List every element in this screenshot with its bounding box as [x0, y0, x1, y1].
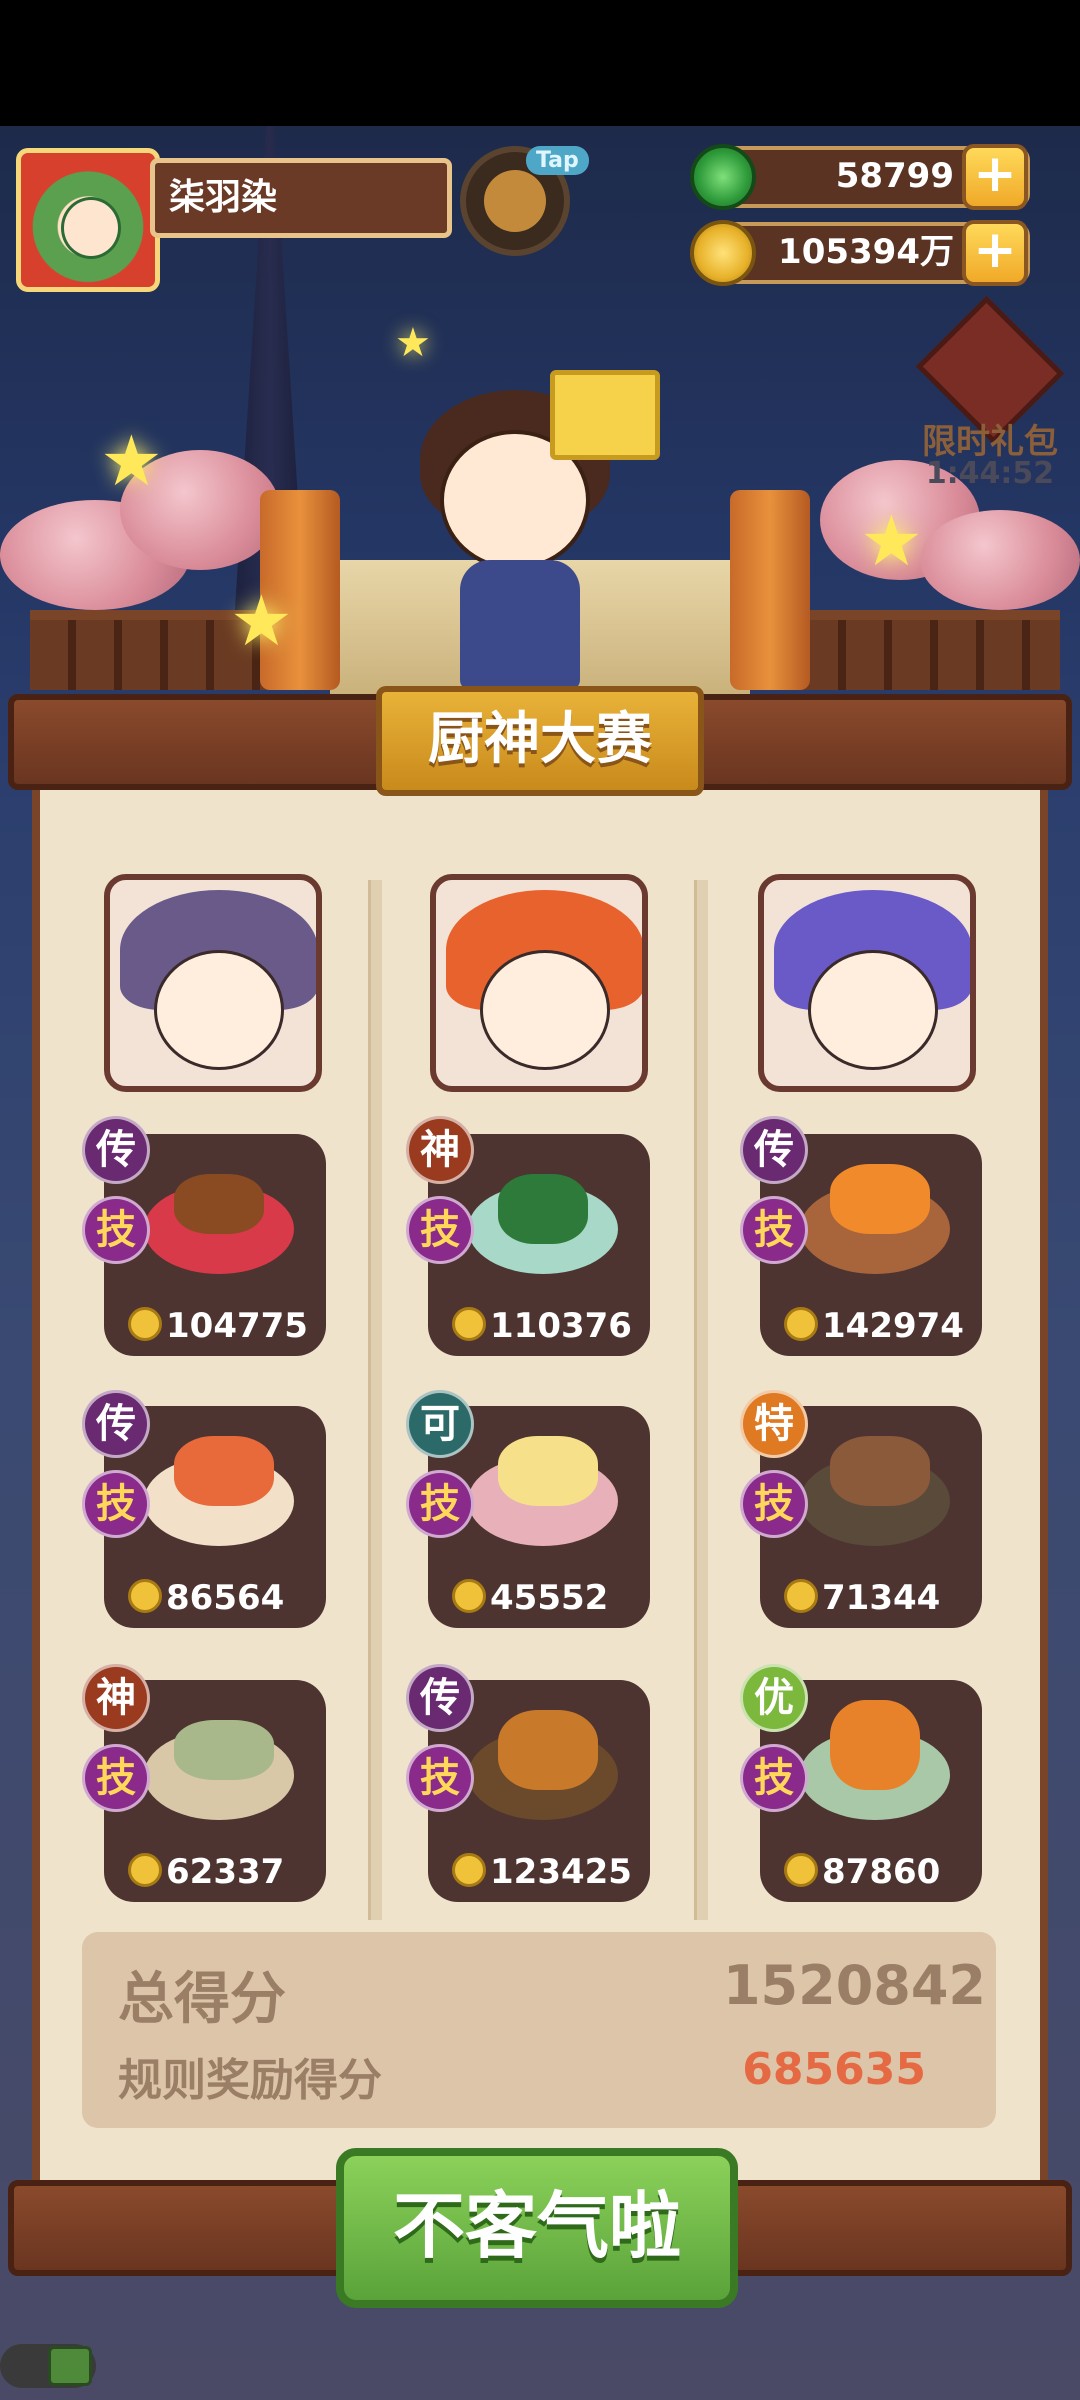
gold-coin-icon	[128, 1307, 162, 1341]
bonus-score-value: 685635	[742, 2044, 926, 2095]
limited-gift-pack[interactable]: 限时礼包 1:44:52	[905, 295, 1075, 500]
score-summary: 总得分 1520842 规则奖励得分 685635	[82, 1932, 996, 2128]
gold-coin-icon	[784, 1579, 818, 1613]
player-avatar[interactable]	[16, 148, 160, 292]
tap-button[interactable]: Tap	[460, 146, 589, 256]
gold-coin-icon	[128, 1853, 162, 1887]
dish-score: 142974	[784, 1304, 964, 1348]
pillar-right	[730, 490, 810, 690]
chef-portrait-2[interactable]	[430, 874, 648, 1092]
player-name: 柒羽染	[150, 158, 452, 238]
game-screen: ★ ★ ★ ★ 柒羽染 Tap 58799 + 105394万 + 限时礼包 1…	[0, 0, 1080, 2400]
gold-coin-icon	[784, 1307, 818, 1341]
jade-coin-icon	[690, 144, 756, 210]
gold-coin-icon	[452, 1307, 486, 1341]
star-icon: ★	[230, 580, 293, 662]
chef-portrait-3[interactable]	[758, 874, 976, 1092]
bonus-score-label: 规则奖励得分	[118, 2055, 382, 2106]
skill-badge: 技	[406, 1470, 474, 1538]
add-gold-button[interactable]: +	[962, 220, 1028, 286]
skill-badge: 技	[740, 1744, 808, 1812]
dish-score: 86564	[128, 1576, 284, 1620]
grade-badge: 传	[406, 1664, 474, 1732]
confirm-button[interactable]: 不客气啦	[336, 2148, 738, 2308]
star-icon: ★	[395, 320, 431, 366]
add-jade-button[interactable]: +	[962, 144, 1028, 210]
column-divider	[368, 880, 382, 1920]
skill-badge: 技	[740, 1470, 808, 1538]
chef-mascot	[400, 330, 660, 710]
chef-portrait-1[interactable]	[104, 874, 322, 1092]
grade-badge: 传	[82, 1116, 150, 1184]
blossom-tree-right-2	[920, 510, 1080, 610]
grade-badge: 神	[82, 1664, 150, 1732]
dish-score: 87860	[784, 1850, 940, 1894]
grade-badge: 传	[740, 1116, 808, 1184]
corner-toggle[interactable]	[0, 2344, 96, 2388]
skill-badge: 技	[82, 1470, 150, 1538]
gold-coin-icon	[128, 1579, 162, 1613]
total-score-value: 1520842	[722, 1954, 986, 2017]
gold-coin-icon	[690, 220, 756, 286]
total-score-label: 总得分	[118, 1967, 286, 2032]
grade-badge: 特	[740, 1390, 808, 1458]
dish-score: 45552	[452, 1576, 608, 1620]
gold-coin-icon	[452, 1579, 486, 1613]
jade-value: 58799	[835, 156, 954, 196]
golden-hammer	[550, 370, 660, 460]
grade-badge: 神	[406, 1116, 474, 1184]
skill-badge: 技	[82, 1196, 150, 1264]
column-divider	[694, 880, 708, 1920]
gift-timer: 1:44:52	[925, 456, 1055, 491]
tap-label: Tap	[526, 146, 589, 175]
status-bar-area	[0, 0, 1080, 126]
gold-coin-icon	[452, 1853, 486, 1887]
dish-score: 71344	[784, 1576, 940, 1620]
dish-score: 110376	[452, 1304, 632, 1348]
skill-badge: 技	[406, 1744, 474, 1812]
grade-badge: 传	[82, 1390, 150, 1458]
fence-right	[800, 610, 1060, 690]
dish-score: 123425	[452, 1850, 632, 1894]
gold-coin-icon	[784, 1853, 818, 1887]
skill-badge: 技	[740, 1196, 808, 1264]
star-icon: ★	[100, 420, 163, 502]
grade-badge: 可	[406, 1390, 474, 1458]
dish-score: 104775	[128, 1304, 308, 1348]
gold-value: 105394万	[778, 232, 954, 272]
skill-badge: 技	[406, 1196, 474, 1264]
dish-score: 62337	[128, 1850, 284, 1894]
contest-title: 厨神大赛	[376, 686, 704, 796]
grade-badge: 优	[740, 1664, 808, 1732]
skill-badge: 技	[82, 1744, 150, 1812]
smiley-icon	[484, 170, 546, 232]
star-icon: ★	[860, 500, 923, 582]
